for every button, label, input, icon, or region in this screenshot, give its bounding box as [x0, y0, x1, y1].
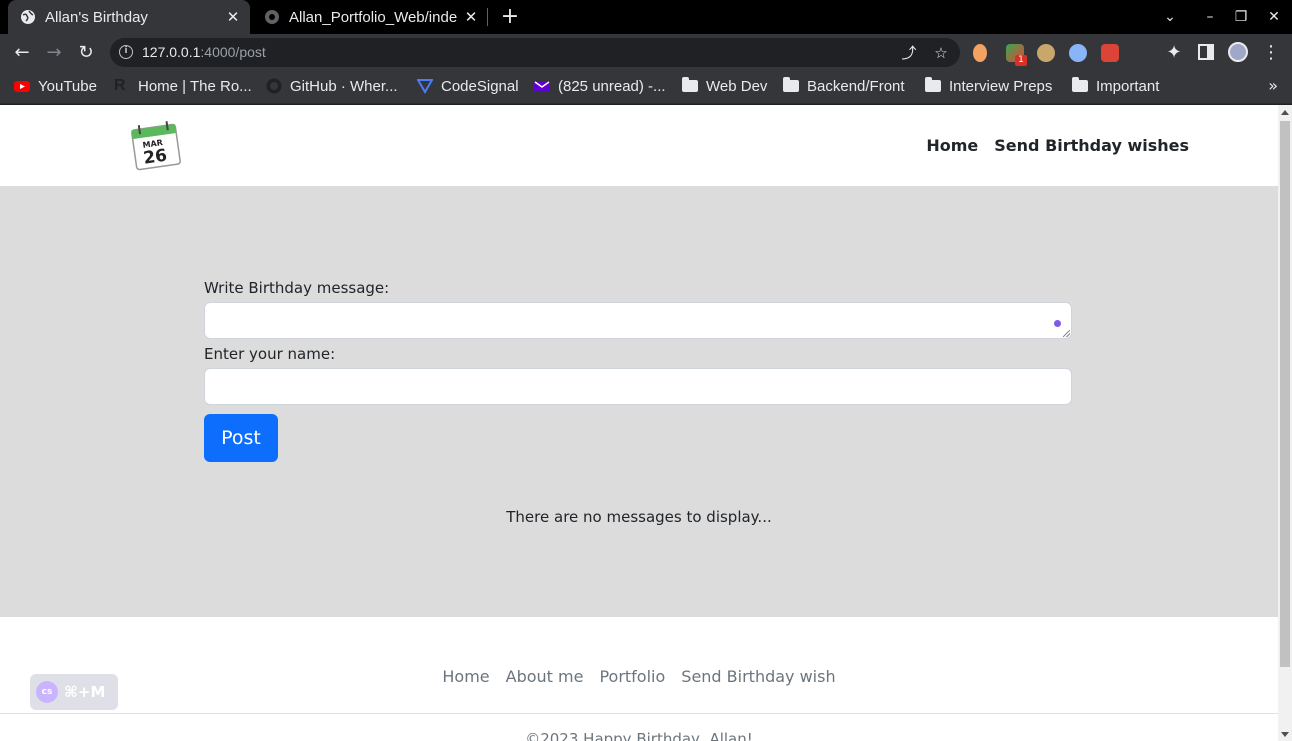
- footer-divider: [0, 713, 1278, 714]
- puzzle-icon[interactable]: ✦: [1160, 38, 1188, 66]
- browser-toolbar: ← → ↻ i 127.0.0.1:4000/post ⤴ ☆ 1 ✦ ⋮: [0, 34, 1292, 70]
- main-content: Write Birthday message: Enter your name:…: [0, 186, 1278, 617]
- side-panel-icon[interactable]: [1198, 44, 1214, 60]
- address-bar[interactable]: i 127.0.0.1:4000/post ⤴ ☆: [110, 38, 960, 67]
- github-icon: [266, 78, 282, 94]
- post-button[interactable]: Post: [204, 414, 278, 462]
- extension-icon[interactable]: [1069, 44, 1087, 62]
- vertical-scrollbar[interactable]: [1278, 105, 1292, 741]
- bookmark-folder-important[interactable]: Important: [1072, 70, 1159, 102]
- bookmark-folder-web-dev[interactable]: Web Dev: [682, 70, 767, 102]
- url-text: 127.0.0.1:4000/post: [142, 44, 266, 60]
- footer-link-portfolio[interactable]: Portfolio: [599, 667, 665, 686]
- bookmark-the-ro[interactable]: R Home | The Ro...: [114, 70, 252, 102]
- page-viewport: MAR 26 Home Send Birthday wishes Write B…: [0, 105, 1278, 741]
- extension-badge: 1: [1015, 55, 1027, 66]
- reload-icon[interactable]: ↻: [72, 38, 100, 66]
- bookmark-youtube[interactable]: YouTube: [14, 70, 97, 102]
- nav-send-wishes-link[interactable]: Send Birthday wishes: [994, 136, 1189, 155]
- birthday-form: Write Birthday message: Enter your name:…: [204, 279, 1072, 462]
- scroll-up-arrow-icon[interactable]: [1281, 110, 1289, 115]
- footer-link-home[interactable]: Home: [442, 667, 489, 686]
- empty-messages-text: There are no messages to display...: [506, 508, 772, 526]
- extension-icon[interactable]: [1037, 44, 1055, 62]
- name-input[interactable]: [204, 368, 1072, 405]
- mail-icon: [534, 81, 550, 92]
- shortcut-text: ⌘+M: [64, 683, 106, 701]
- folder-icon: [783, 77, 799, 92]
- resize-handle-icon[interactable]: [1063, 330, 1070, 337]
- bookmark-mail[interactable]: (825 unread) -...: [534, 70, 666, 102]
- tab-strip: Allan's Birthday ✕ Allan_Portfolio_Web/i…: [0, 0, 1292, 34]
- site-info-icon[interactable]: i: [119, 45, 133, 59]
- codesignal-icon: [417, 79, 433, 94]
- footer-link-send-wish[interactable]: Send Birthday wish: [681, 667, 835, 686]
- new-tab-plus-icon[interactable]: +: [498, 4, 522, 30]
- bookmark-star-icon[interactable]: ☆: [932, 44, 950, 62]
- message-textarea[interactable]: [204, 302, 1072, 339]
- logo-day: 26: [142, 146, 168, 169]
- tab-divider: [487, 8, 488, 26]
- share-icon[interactable]: ⤴: [900, 44, 918, 62]
- forward-arrow-icon[interactable]: →: [40, 38, 68, 66]
- footer-nav: Home About me Portfolio Send Birthday wi…: [0, 667, 1278, 686]
- close-icon[interactable]: ✕: [460, 8, 482, 26]
- scroll-down-arrow-icon[interactable]: [1281, 732, 1289, 737]
- bookmark-github[interactable]: GitHub · Wher...: [266, 70, 398, 102]
- todoist-icon[interactable]: [1101, 44, 1119, 62]
- window-close-icon[interactable]: ✕: [1258, 0, 1290, 34]
- close-icon[interactable]: ✕: [222, 8, 244, 26]
- bookmark-folder-backend[interactable]: Backend/Front: [783, 70, 905, 102]
- folder-icon: [682, 77, 698, 92]
- shortcut-overlay-badge[interactable]: cs ⌘+M: [30, 674, 118, 710]
- globe-icon: [21, 10, 35, 24]
- youtube-icon: [14, 81, 30, 92]
- chevron-double-right-icon[interactable]: »: [1268, 76, 1278, 95]
- copyright-text: ©2023 Happy Birthday, Allan!: [525, 730, 753, 741]
- minimize-icon[interactable]: –: [1194, 0, 1226, 34]
- folder-icon: [1072, 77, 1088, 92]
- site-nav: Home Send Birthday wishes: [926, 136, 1189, 155]
- site-footer: Home About me Portfolio Send Birthday wi…: [0, 617, 1278, 741]
- avatar[interactable]: [1228, 42, 1248, 62]
- site-header: MAR 26 Home Send Birthday wishes: [0, 105, 1278, 186]
- github-icon: [265, 10, 279, 24]
- calendar-logo-icon[interactable]: MAR 26: [130, 121, 182, 171]
- cs-logo-icon: cs: [36, 681, 58, 703]
- more-menu-icon[interactable]: ⋮: [1257, 38, 1285, 66]
- restore-icon[interactable]: ❐: [1225, 0, 1257, 34]
- grammar-dot-icon[interactable]: [1054, 320, 1061, 327]
- nav-home-link[interactable]: Home: [926, 136, 978, 155]
- name-label: Enter your name:: [204, 345, 336, 363]
- extension-icon[interactable]: [973, 44, 987, 62]
- tab-search-chevron-icon[interactable]: ⌄: [1154, 0, 1186, 34]
- tab-title: Allan's Birthday: [45, 8, 148, 26]
- tab-portfolio[interactable]: Allan_Portfolio_Web/inde ✕: [252, 0, 488, 34]
- scrollbar-thumb[interactable]: [1280, 121, 1290, 667]
- message-label: Write Birthday message:: [204, 279, 390, 297]
- tab-allans-birthday[interactable]: Allan's Birthday ✕: [8, 0, 250, 34]
- back-arrow-icon[interactable]: ←: [8, 38, 36, 66]
- footer-link-about[interactable]: About me: [506, 667, 584, 686]
- tab-title: Allan_Portfolio_Web/inde: [289, 8, 458, 26]
- r-logo-icon: R: [114, 77, 126, 94]
- bookmark-codesignal[interactable]: CodeSignal: [417, 70, 519, 102]
- bookmarks-bar: YouTube R Home | The Ro... GitHub · Wher…: [0, 70, 1292, 104]
- bookmark-folder-interview[interactable]: Interview Preps: [925, 70, 1052, 102]
- folder-icon: [925, 77, 941, 92]
